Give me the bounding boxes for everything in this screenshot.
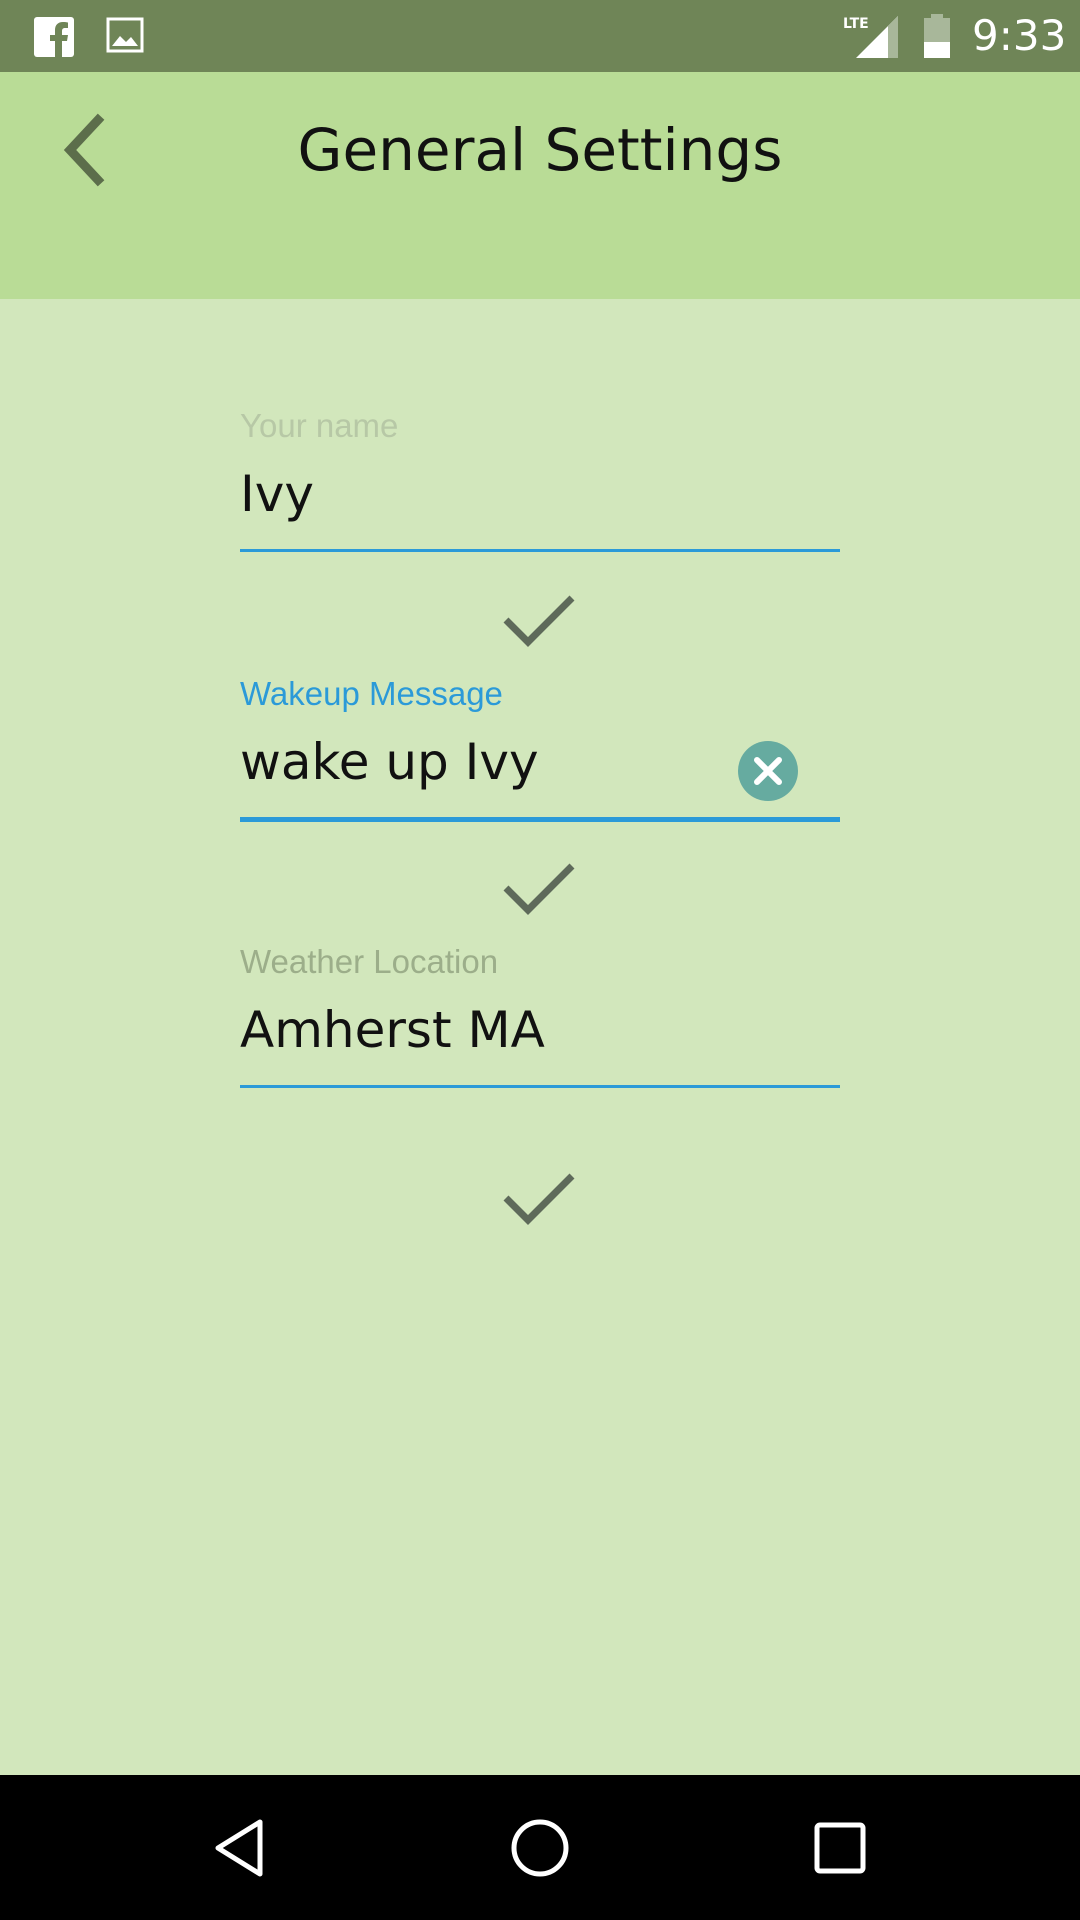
name-underline (240, 549, 840, 552)
nav-recents-button[interactable] (808, 1816, 872, 1880)
image-icon (106, 17, 144, 53)
status-time: 9:33 (972, 11, 1067, 60)
back-triangle-icon (215, 1819, 263, 1877)
name-field[interactable]: Your name Ivy (240, 400, 840, 560)
weather-location-label: Weather Location (240, 943, 499, 980)
clear-circle-icon (738, 741, 798, 801)
wakeup-message-input[interactable]: wake up Ivy (240, 730, 539, 794)
page-title: General Settings (297, 116, 783, 184)
name-label: Your name (240, 407, 399, 444)
checkmark-icon (503, 595, 575, 647)
wakeup-message-label: Wakeup Message (240, 675, 503, 712)
facebook-icon (34, 17, 74, 57)
checkmark-icon (503, 863, 575, 915)
wakeup-message-underline (240, 817, 840, 822)
weather-location-underline (240, 1085, 840, 1088)
weather-location-field[interactable]: Weather Location Amherst MA (240, 936, 840, 1096)
clear-wakeup-message-button[interactable] (737, 740, 799, 802)
nav-home-button[interactable] (508, 1816, 572, 1880)
weather-location-input[interactable]: Amherst MA (240, 998, 545, 1062)
wakeup-message-confirm-button[interactable] (500, 858, 580, 918)
name-input[interactable]: Ivy (240, 462, 314, 526)
battery-icon (924, 14, 950, 58)
name-confirm-button[interactable] (500, 590, 580, 650)
checkmark-icon (503, 1173, 575, 1225)
home-circle-icon (511, 1819, 569, 1877)
weather-location-confirm-button[interactable] (500, 1168, 580, 1228)
network-label: LTE (843, 16, 869, 32)
nav-back-button[interactable] (208, 1816, 272, 1880)
status-bar: LTE 9:33 (0, 0, 1080, 72)
lte-signal-icon: LTE (843, 16, 898, 58)
recents-square-icon (814, 1822, 866, 1874)
